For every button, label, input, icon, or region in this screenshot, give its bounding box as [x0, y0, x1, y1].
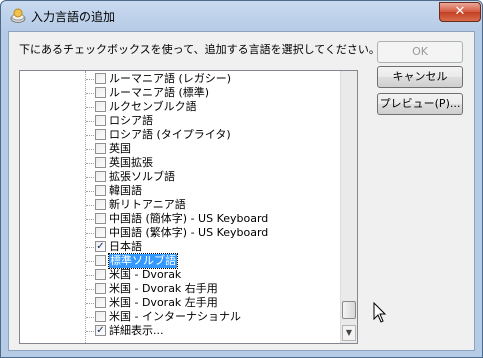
tree-branch-line — [86, 191, 94, 192]
preview-button[interactable]: プレビュー(P)... — [377, 93, 463, 115]
list-item[interactable]: 米国 - インターナショナル — [86, 310, 346, 324]
tree-branch-line — [86, 233, 94, 234]
list-item-label: 日本語 — [109, 240, 142, 253]
ok-button[interactable]: OK — [377, 41, 463, 63]
tree-branch-line — [86, 177, 94, 178]
checkbox[interactable] — [95, 255, 106, 266]
title-bar[interactable]: 入力言語の追加 ✕ — [1, 1, 482, 31]
checkbox[interactable] — [95, 73, 106, 84]
checkbox[interactable] — [95, 283, 106, 294]
list-item[interactable]: ロシア語 — [86, 114, 346, 128]
list-item-label: 英国 — [109, 142, 131, 155]
close-icon: ✕ — [454, 4, 466, 19]
mouse-pointer-icon — [373, 302, 387, 323]
list-item-label: ロシア語 (タイプライタ) — [109, 128, 231, 141]
tree-branch-line — [86, 205, 94, 206]
checkbox[interactable] — [95, 213, 106, 224]
list-item[interactable]: ルクセンブルク語 — [86, 100, 346, 114]
list-item-label: ロシア語 — [109, 114, 153, 127]
scroll-thumb[interactable] — [342, 301, 356, 319]
checkbox[interactable] — [95, 87, 106, 98]
checkbox[interactable] — [95, 143, 106, 154]
list-item-label: ルーマニア語 (標準) — [109, 86, 210, 99]
list-item[interactable]: 米国 - Dvorak — [86, 268, 346, 282]
checkbox[interactable] — [95, 297, 106, 308]
close-button[interactable]: ✕ — [439, 2, 481, 22]
list-item[interactable]: 拡張ソルブ語 — [86, 170, 346, 184]
checkbox[interactable] — [95, 199, 106, 210]
list-item-label: 拡張ソルブ語 — [109, 170, 175, 183]
tree-branch-line — [86, 149, 94, 150]
tree-branch-line — [86, 303, 94, 304]
list-item-label: 中国語 (繁体字) - US Keyboard — [109, 226, 269, 239]
list-item-label: 詳細表示... — [109, 324, 164, 337]
tree-branch-line — [86, 261, 94, 262]
checkmark-icon: ✓ — [96, 241, 105, 252]
tree-branch-line — [86, 289, 94, 290]
list-item[interactable]: 標準ソルブ語 — [86, 253, 346, 269]
chevron-down-icon: ▼ — [345, 328, 353, 337]
tree-branch-line — [86, 163, 94, 164]
checkbox[interactable] — [95, 101, 106, 112]
tree-branch-line — [86, 275, 94, 276]
list-item-label: 標準ソルブ語 — [108, 253, 178, 269]
list-item[interactable]: ルーマニア語 (標準) — [86, 86, 346, 100]
list-item-label: 韓国語 — [109, 184, 142, 197]
list-item-label: 米国 - Dvorak 右手用 — [109, 282, 218, 295]
list-item[interactable]: 新リトアニア語 — [86, 198, 346, 212]
tree-branch-line — [86, 219, 94, 220]
list-item[interactable]: 中国語 (繁体字) - US Keyboard — [86, 226, 346, 240]
list-item-label: 米国 - Dvorak 左手用 — [109, 296, 218, 309]
vertical-scrollbar[interactable]: ▼ — [340, 71, 357, 343]
checkbox[interactable] — [95, 227, 106, 238]
tree-branch-line — [86, 317, 94, 318]
dialog-window: 入力言語の追加 ✕ 下にあるチェックボックスを使って、追加する言語を選択してくだ… — [0, 0, 483, 358]
checkbox[interactable] — [95, 185, 106, 196]
tree-branch-line — [86, 107, 94, 108]
language-tree[interactable]: ルーマニア語 (レガシー) ルーマニア語 (標準) ルクセンブルク語 ロシア語 ロシア語… — [19, 70, 358, 344]
list-item-label: 米国 - インターナショナル — [109, 310, 241, 323]
dialog-body: 下にあるチェックボックスを使って、追加する言語を選択してください。 OK キャン… — [8, 31, 475, 351]
checkbox[interactable]: ✓ — [95, 325, 106, 336]
cancel-button[interactable]: キャンセル — [377, 66, 463, 88]
tree-branch-line — [86, 331, 94, 332]
list-item[interactable]: ルーマニア語 (レガシー) — [86, 72, 346, 86]
instruction-text: 下にあるチェックボックスを使って、追加する言語を選択してください。 — [19, 43, 380, 56]
list-item-label: ルクセンブルク語 — [109, 100, 197, 113]
list-item[interactable]: ✓ 詳細表示... — [86, 324, 346, 338]
list-item-label: 新リトアニア語 — [109, 198, 186, 211]
checkbox[interactable] — [95, 311, 106, 322]
list-item[interactable]: ✓ 日本語 — [86, 240, 346, 254]
tree-branch-line — [86, 79, 94, 80]
checkbox[interactable] — [95, 115, 106, 126]
list-item[interactable]: 米国 - Dvorak 右手用 — [86, 282, 346, 296]
tree-branch-line — [86, 121, 94, 122]
checkbox[interactable]: ✓ — [95, 241, 106, 252]
list-item-label: 中国語 (簡体字) - US Keyboard — [109, 212, 269, 225]
keyboard-globe-icon — [10, 8, 26, 23]
list-item-label: ルーマニア語 (レガシー) — [109, 72, 232, 85]
checkbox[interactable] — [95, 157, 106, 168]
tree-branch-line — [86, 93, 94, 94]
checkbox[interactable] — [95, 171, 106, 182]
checkmark-icon: ✓ — [96, 325, 105, 336]
list-item[interactable]: 英国拡張 — [86, 156, 346, 170]
scroll-down-button[interactable]: ▼ — [342, 325, 356, 341]
list-item[interactable]: 韓国語 — [86, 184, 346, 198]
checkbox[interactable] — [95, 129, 106, 140]
tree-branch-line — [86, 135, 94, 136]
checkbox[interactable] — [95, 269, 106, 280]
list-item-label: 米国 - Dvorak — [109, 268, 182, 281]
window-title: 入力言語の追加 — [31, 10, 116, 24]
tree-branch-line — [86, 247, 94, 248]
list-item-label: 英国拡張 — [109, 156, 153, 169]
list-item[interactable]: 米国 - Dvorak 左手用 — [86, 296, 346, 310]
list-item[interactable]: ロシア語 (タイプライタ) — [86, 128, 346, 142]
list-item[interactable]: 中国語 (簡体字) - US Keyboard — [86, 212, 346, 226]
list-item[interactable]: 英国 — [86, 142, 346, 156]
